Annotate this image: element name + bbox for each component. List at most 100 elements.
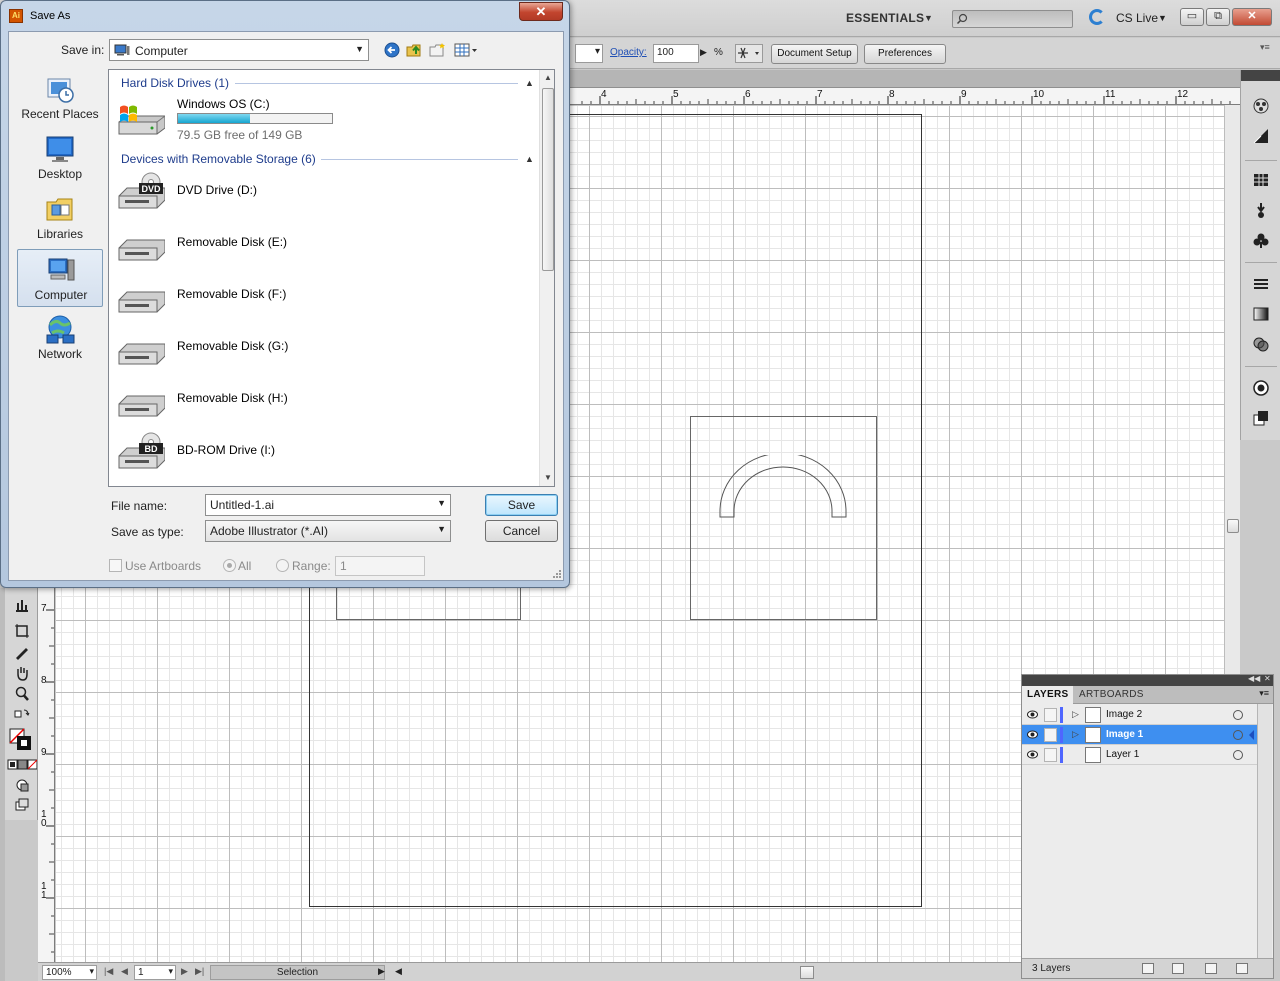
save-button[interactable]: Save: [485, 494, 558, 516]
place-item-network[interactable]: Network: [17, 309, 103, 367]
screen-mode-icon[interactable]: [13, 796, 31, 814]
tab-artboards[interactable]: ARTBOARDS: [1074, 686, 1149, 704]
chevron-down-icon[interactable]: ▼: [1158, 13, 1167, 23]
app-close-button[interactable]: ✕: [1232, 8, 1272, 26]
scroll-down-icon[interactable]: ▼: [544, 473, 552, 482]
last-artboard-icon[interactable]: ▶|: [195, 966, 204, 977]
arch-shape[interactable]: [716, 455, 850, 521]
document-setup-button[interactable]: Document Setup: [771, 44, 858, 64]
appearance-icon[interactable]: [1251, 378, 1271, 398]
visibility-eye-icon[interactable]: [1027, 710, 1038, 719]
new-layer-icon[interactable]: [1205, 963, 1217, 974]
first-artboard-icon[interactable]: |◀: [104, 966, 113, 977]
preferences-button[interactable]: Preferences: [864, 44, 946, 64]
brushes-icon[interactable]: [1251, 200, 1271, 220]
chevron-down-icon[interactable]: ▼: [437, 498, 446, 508]
save-in-select[interactable]: Computer ▼: [109, 39, 369, 61]
hand-tool-icon[interactable]: [13, 664, 31, 682]
opacity-label[interactable]: Opacity:: [610, 47, 647, 58]
layers-panel-header[interactable]: ◀◀ ✕: [1022, 674, 1273, 686]
zoom-tool-icon[interactable]: [13, 685, 31, 703]
group-header-removable[interactable]: Devices with Removable Storage (6): [121, 152, 316, 166]
swatches-icon[interactable]: [1251, 170, 1271, 190]
layer-row[interactable]: Layer 1: [1022, 745, 1257, 765]
place-item-libraries[interactable]: Libraries: [17, 189, 103, 247]
file-name-input[interactable]: Untitled-1.ai ▼: [205, 494, 451, 516]
zoom-level-select[interactable]: 100%: [42, 965, 97, 980]
transparency-icon[interactable]: [1251, 334, 1271, 354]
up-folder-button[interactable]: [405, 40, 425, 60]
drive-item[interactable]: BD BD-ROM Drive (I:): [115, 428, 535, 478]
expand-triangle-icon[interactable]: ▷: [1072, 709, 1079, 720]
group-header-hard-disks[interactable]: Hard Disk Drives (1): [121, 76, 229, 90]
cs-live-icon[interactable]: [1089, 9, 1105, 25]
target-circle-icon[interactable]: [1233, 750, 1243, 760]
artboard-tool-icon[interactable]: [13, 622, 31, 640]
vertical-ruler[interactable]: 7 8 9 1 0 1 1: [38, 588, 55, 963]
swap-fill-stroke-icon[interactable]: [13, 706, 31, 724]
delete-layer-icon[interactable]: [1236, 963, 1248, 974]
draw-mode-icon[interactable]: [13, 776, 31, 794]
all-radio[interactable]: [223, 559, 236, 572]
panel-menu-icon[interactable]: ▾≡: [1259, 688, 1269, 699]
drive-item[interactable]: Removable Disk (H:): [115, 376, 535, 426]
use-artboards-checkbox[interactable]: [109, 559, 122, 572]
graphic-styles-icon[interactable]: [1251, 408, 1271, 428]
place-item-recent-places[interactable]: Recent Places: [17, 69, 103, 127]
collapse-group-icon[interactable]: ▲: [525, 154, 534, 164]
layers-scrollbar[interactable]: [1257, 704, 1272, 958]
next-artboard-icon[interactable]: ▶: [181, 966, 188, 977]
style-dropdown[interactable]: [575, 44, 603, 63]
scroll-left-icon[interactable]: ◀: [395, 966, 402, 977]
symbols-icon[interactable]: [1251, 230, 1271, 250]
drive-item-c[interactable]: Windows OS (C:) 79.5 GB free of 149 GB: [115, 94, 535, 144]
close-panel-icon[interactable]: ✕: [1264, 674, 1271, 683]
drive-item[interactable]: DVD DVD Drive (D:): [115, 168, 535, 218]
color-guide-icon[interactable]: [1251, 126, 1271, 146]
status-mode-display[interactable]: Selection: [210, 965, 385, 980]
dialog-close-button[interactable]: ✕: [519, 2, 563, 21]
drive-item[interactable]: Removable Disk (E:): [115, 220, 535, 270]
place-item-computer[interactable]: Computer: [17, 249, 103, 307]
cancel-button[interactable]: Cancel: [485, 520, 558, 542]
control-bar-menu-icon[interactable]: ▾≡: [1260, 42, 1270, 53]
tab-layers[interactable]: LAYERS: [1022, 686, 1074, 704]
color-panel-icon[interactable]: [1251, 96, 1271, 116]
dock-header[interactable]: [1241, 70, 1280, 81]
back-button[interactable]: [382, 40, 402, 60]
expand-triangle-icon[interactable]: ▷: [1072, 729, 1079, 740]
new-folder-button[interactable]: [428, 40, 448, 60]
minimize-button[interactable]: ▭: [1180, 8, 1204, 26]
views-menu-button[interactable]: [453, 40, 479, 60]
file-list-scrollbar[interactable]: ▲ ▼: [539, 70, 554, 486]
drive-item[interactable]: Removable Disk (F:): [115, 272, 535, 322]
workspace-switcher[interactable]: ESSENTIALS: [846, 11, 924, 25]
opacity-input[interactable]: 100: [653, 44, 699, 63]
target-circle-icon[interactable]: [1233, 710, 1243, 720]
resize-grip-icon[interactable]: [552, 569, 562, 579]
layer-row[interactable]: ▷ Image 2: [1022, 705, 1257, 725]
horizontal-scroll-thumb[interactable]: [800, 966, 814, 979]
previous-artboard-icon[interactable]: ◀: [121, 966, 128, 977]
target-circle-icon[interactable]: [1233, 730, 1243, 740]
lock-toggle[interactable]: [1044, 748, 1057, 762]
range-input[interactable]: 1: [335, 556, 425, 576]
status-menu-arrow-icon[interactable]: ▶: [378, 966, 385, 977]
cs-live-menu[interactable]: CS Live: [1116, 11, 1158, 25]
horizontal-ruler[interactable]: 4 5 6 7 8 9 10 11 12: [570, 88, 1240, 105]
chevron-down-icon[interactable]: ▼: [924, 13, 933, 23]
drive-item[interactable]: Removable Disk (G:): [115, 324, 535, 374]
lock-toggle[interactable]: [1044, 708, 1057, 722]
help-search-input[interactable]: [952, 10, 1073, 28]
color-mode-icons[interactable]: [7, 756, 37, 774]
graph-tool-icon[interactable]: [13, 596, 31, 614]
place-item-desktop[interactable]: Desktop: [17, 129, 103, 187]
stroke-icon[interactable]: [1251, 274, 1271, 294]
artboard-number-select[interactable]: 1: [134, 965, 176, 980]
visibility-eye-icon[interactable]: [1027, 750, 1038, 759]
visibility-eye-icon[interactable]: [1027, 730, 1038, 739]
new-sublayer-icon[interactable]: [1172, 963, 1184, 974]
slice-tool-icon[interactable]: [13, 643, 31, 661]
range-radio[interactable]: [276, 559, 289, 572]
restore-button[interactable]: ⧉: [1206, 8, 1230, 26]
